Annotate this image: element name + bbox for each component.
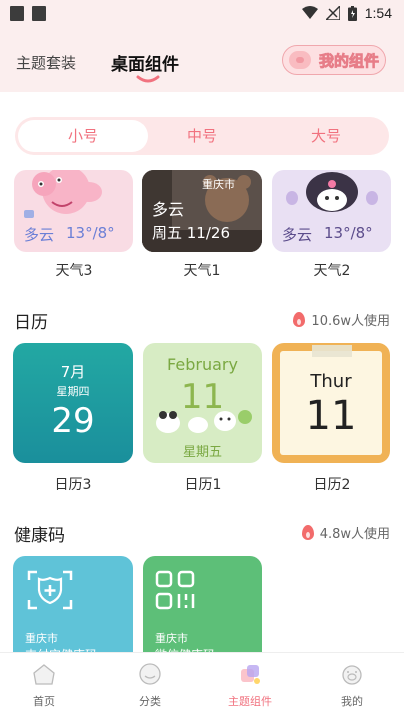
weather-condition: 多云 — [282, 226, 313, 244]
my-widgets-label: 我的组件 — [319, 51, 380, 70]
size-tab-medium[interactable]: 中号 — [137, 117, 267, 155]
size-segmented-control: 小号 中号 大号 — [15, 117, 389, 155]
health-city: 重庆市 — [25, 632, 58, 645]
flame-icon — [301, 525, 314, 540]
flame-icon — [293, 312, 306, 327]
screen: 1:54 主题套装 桌面组件 我的组件 小号 中号 大号 多云 13°/8° 天 — [0, 0, 404, 720]
calendar-card-3-label: 日历3 — [54, 477, 92, 493]
weather-card-2[interactable]: 多云 13°/8° — [272, 170, 391, 252]
calendar-month: February — [167, 355, 238, 374]
health-card-wechat[interactable]: 重庆市 微信健康码 — [143, 556, 262, 656]
panda-friends-illustration — [156, 410, 252, 433]
health-card-alipay[interactable]: 重庆市 支付宝健康码 — [13, 556, 133, 656]
calendar-day: 11 — [305, 393, 357, 439]
nav-home[interactable]: 首页 — [4, 653, 84, 720]
theme-widgets-icon — [241, 665, 260, 684]
top-header: 主题套装 桌面组件 我的组件 — [0, 30, 404, 92]
nav-mine-label: 我的 — [341, 695, 363, 708]
notification-icon — [10, 6, 24, 21]
calendar-card-2[interactable]: Thur 11 — [272, 343, 390, 463]
notification-icon — [32, 6, 46, 21]
health-city: 重庆市 — [155, 632, 188, 645]
calendar-weekday: 星期五 — [182, 445, 222, 460]
tape-decoration — [312, 345, 352, 357]
nav-category[interactable]: 分类 — [110, 653, 190, 720]
weather-temps: 13°/8° — [66, 224, 115, 242]
size-tab-small[interactable]: 小号 — [18, 117, 148, 155]
weather-temps: 13°/8° — [324, 224, 373, 242]
weather-card-1[interactable]: 重庆市 多云 周五 11/26 — [142, 170, 262, 252]
calendar-usage-count: 10.6w人使用 — [311, 314, 390, 329]
nav-category-label: 分类 — [139, 695, 161, 708]
weather-condition: 多云 — [152, 200, 185, 219]
home-icon — [33, 664, 55, 685]
calendar-section-title: 日历 — [14, 313, 48, 333]
weather-date: 周五 11/26 — [152, 224, 230, 242]
signal-icon — [325, 6, 340, 20]
bottom-navigation: 首页 分类 主题组件 我的 — [0, 652, 404, 720]
category-icon — [139, 663, 161, 685]
health-usage-count: 4.8w人使用 — [319, 527, 390, 542]
calendar-card-1[interactable]: February 11 星期五 — [143, 343, 262, 463]
pig-icon — [289, 51, 311, 69]
weather-card-1-label: 天气1 — [183, 263, 221, 279]
battery-icon — [347, 5, 357, 21]
health-shield-icon — [27, 570, 73, 610]
calendar-card-3[interactable]: 7月 星期四 29 — [13, 343, 133, 463]
health-section-title: 健康码 — [14, 526, 65, 546]
active-tab-indicator — [136, 75, 160, 83]
calendar-weekday: Thur — [310, 371, 352, 392]
weather-card-3[interactable]: 多云 13°/8° — [14, 170, 133, 252]
tab-desktop-widgets[interactable]: 桌面组件 — [111, 50, 179, 75]
status-bar: 1:54 — [0, 0, 404, 30]
nav-mine[interactable]: 我的 — [312, 653, 392, 720]
calendar-card-2-label: 日历2 — [313, 477, 351, 493]
size-tab-large[interactable]: 大号 — [261, 117, 391, 155]
tab-theme-suite[interactable]: 主题套装 — [16, 52, 76, 73]
nav-home-label: 首页 — [33, 695, 55, 708]
health-usage: 4.8w人使用 — [301, 523, 390, 542]
wifi-icon — [301, 6, 318, 19]
weather-card-3-label: 天气3 — [55, 263, 93, 279]
weather-city: 重庆市 — [202, 178, 235, 191]
calendar-card-1-label: 日历1 — [184, 477, 222, 493]
qr-code-icon — [155, 570, 195, 610]
calendar-day: 29 — [51, 401, 95, 441]
nav-theme-widgets-label: 主题组件 — [228, 695, 272, 708]
pig-profile-icon — [342, 665, 362, 685]
weather-card-2-label: 天气2 — [313, 263, 351, 279]
nav-theme-widgets[interactable]: 主题组件 — [210, 653, 290, 720]
weather-condition: 多云 — [24, 226, 55, 244]
calendar-month: 7月 — [60, 363, 86, 381]
clock: 1:54 — [364, 5, 392, 21]
calendar-usage: 10.6w人使用 — [293, 310, 390, 329]
calendar-weekday: 星期四 — [56, 385, 90, 398]
my-widgets-button[interactable]: 我的组件 — [282, 45, 386, 75]
